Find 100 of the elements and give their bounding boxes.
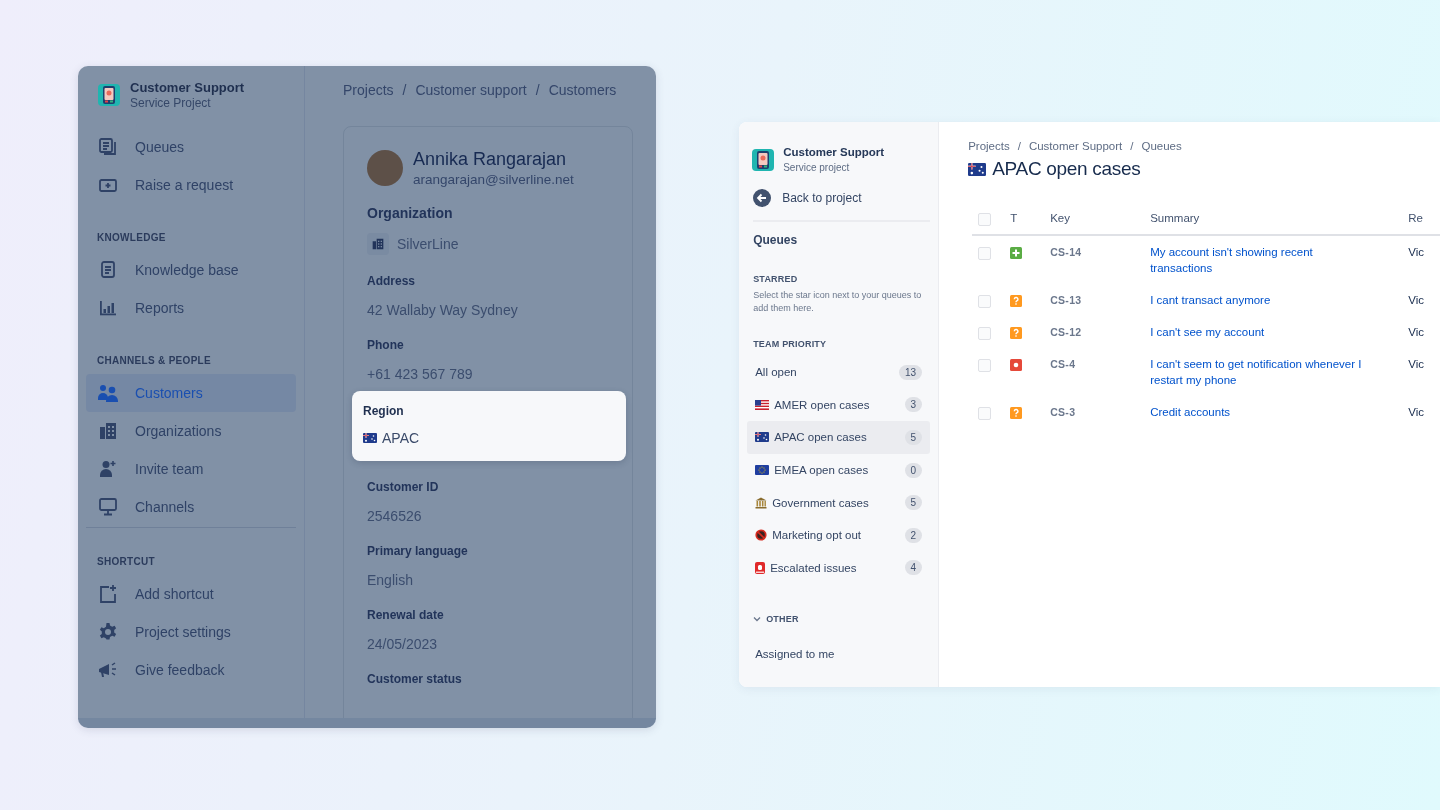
field-value: English (367, 571, 413, 589)
issue-summary-link[interactable]: Credit accounts (1150, 404, 1376, 420)
breadcrumb-separator: / (535, 82, 540, 98)
question-square-icon (1010, 327, 1023, 340)
breadcrumb-link[interactable]: Projects (343, 82, 394, 98)
flag-icon (755, 399, 770, 410)
building-icon (99, 422, 117, 440)
issue-key: CS-3 (1050, 406, 1076, 418)
checkbox[interactable] (978, 294, 992, 308)
checkbox[interactable] (978, 358, 992, 372)
queue-item[interactable]: Government cases 5 (747, 486, 931, 519)
sidebar-item[interactable]: Knowledge base (86, 251, 296, 289)
field-label: Region (363, 403, 405, 419)
breadcrumb-separator: / (402, 82, 407, 98)
field-value: 2546526 (367, 507, 422, 525)
field-value: 42 Wallaby Way Sydney (367, 301, 518, 319)
field-value: APAC (382, 429, 420, 447)
breadcrumb-link[interactable]: Customer support (415, 82, 527, 98)
checkbox[interactable] (978, 326, 992, 340)
issue-summary-link[interactable]: I cant transact anymore (1150, 292, 1376, 308)
checkbox[interactable] (978, 246, 992, 260)
field-label: Primary language (367, 543, 469, 559)
queue-item[interactable]: All open 13 (747, 356, 931, 389)
field-label: Customer status (367, 671, 463, 687)
building-icon (372, 238, 384, 250)
sidebar-item[interactable]: Organizations (86, 412, 296, 450)
breadcrumb-link[interactable]: Projects (968, 140, 1010, 152)
customer-name: Annika Rangarajan (413, 149, 568, 170)
queue-item[interactable]: Marketing opt out 2 (747, 518, 931, 552)
document-stack-icon (99, 138, 117, 156)
count-badge: 4 (904, 560, 923, 576)
dot-square-icon (1010, 359, 1023, 372)
back-link[interactable]: Back to project (782, 191, 862, 205)
customer-email: arangarajan@silverline.net (413, 172, 574, 187)
issue-key: CS-14 (1050, 246, 1082, 258)
sidebar-item[interactable]: Invite team (86, 450, 296, 488)
queue-item[interactable]: APAC open cases 5 (747, 421, 931, 454)
queue-item[interactable]: Escalated issues 4 (747, 551, 931, 585)
field-label: Address (367, 273, 417, 289)
issue-summary-link[interactable]: I can't see my account (1150, 324, 1376, 340)
count-badge: 5 (904, 495, 923, 511)
siren-icon (755, 561, 766, 574)
section-heading: KNOWLEDGE (96, 232, 167, 243)
field-value: SilverLine (397, 235, 459, 253)
prohibited-icon (755, 529, 768, 542)
breadcrumb-separator: / (1017, 140, 1021, 152)
project-name: Customer Support (130, 80, 245, 95)
queue-item[interactable]: Assigned to me (755, 648, 923, 661)
add-person-icon (99, 460, 117, 478)
breadcrumb-link[interactable]: Customer Support (1028, 140, 1123, 152)
table-cell: Vic (1408, 246, 1424, 258)
settings-icon (99, 623, 117, 641)
document-icon (99, 261, 117, 279)
megaphone-icon (98, 661, 118, 679)
sidebar-item[interactable]: Channels (86, 488, 296, 526)
section-title: Queues (753, 233, 799, 247)
monitor-icon (99, 498, 117, 516)
queue-item[interactable]: EMEA open cases 0 (747, 453, 931, 487)
sidebar-item[interactable]: Raise a request (86, 166, 296, 204)
sidebar-item[interactable]: Reports (86, 289, 296, 327)
sidebar-item[interactable]: Add shortcut (86, 575, 296, 613)
count-badge: 2 (904, 527, 923, 543)
flag-icon (363, 433, 377, 443)
question-square-icon (1010, 295, 1023, 308)
project-type: Service Project (130, 96, 212, 110)
count-badge: 3 (904, 397, 923, 413)
sidebar-item[interactable]: Give feedback (86, 651, 296, 689)
breadcrumb-link[interactable]: Queues (1141, 140, 1182, 152)
issue-summary-link[interactable]: I can't seem to get notification whenever I restart my phone (1150, 356, 1376, 388)
section-heading[interactable]: OTHER (766, 614, 799, 625)
page-title: APAC open cases (992, 158, 1141, 180)
sidebar-item[interactable]: Queues (86, 128, 296, 166)
bank-icon (755, 496, 768, 509)
app-logo-icon (98, 84, 120, 106)
hint-text: Select the star icon next to your queues to add them here. (753, 289, 923, 315)
breadcrumb-link[interactable]: Customers (548, 82, 617, 98)
issue-key: CS-4 (1050, 358, 1076, 370)
queue-item[interactable]: AMER open cases 3 (747, 388, 931, 422)
flag-icon (755, 432, 770, 443)
issue-summary-link[interactable]: My account isn't showing recent transactions (1150, 244, 1376, 276)
table-cell: Vic (1408, 326, 1424, 338)
field-value: 24/05/2023 (367, 635, 438, 653)
checkbox[interactable] (978, 213, 992, 226)
flag-icon (968, 162, 987, 176)
section-heading: CHANNELS & PEOPLE (96, 355, 212, 366)
field-label: Phone (367, 337, 405, 353)
bar-chart-icon (99, 299, 117, 317)
table-cell: Vic (1408, 358, 1424, 370)
column-header: Key (1050, 212, 1070, 224)
add-box-icon (99, 176, 117, 194)
project-type: Service project (783, 162, 851, 173)
column-header: Summary (1150, 212, 1200, 224)
project-name: Customer Support (783, 146, 885, 158)
section-heading: TEAM PRIORITY (753, 339, 828, 349)
count-badge: 5 (904, 430, 923, 445)
checkbox[interactable] (978, 406, 992, 420)
field-label: Renewal date (367, 607, 445, 623)
sidebar-item[interactable]: Project settings (86, 613, 296, 651)
breadcrumb-separator: / (1130, 140, 1134, 152)
count-badge: 0 (904, 462, 923, 478)
